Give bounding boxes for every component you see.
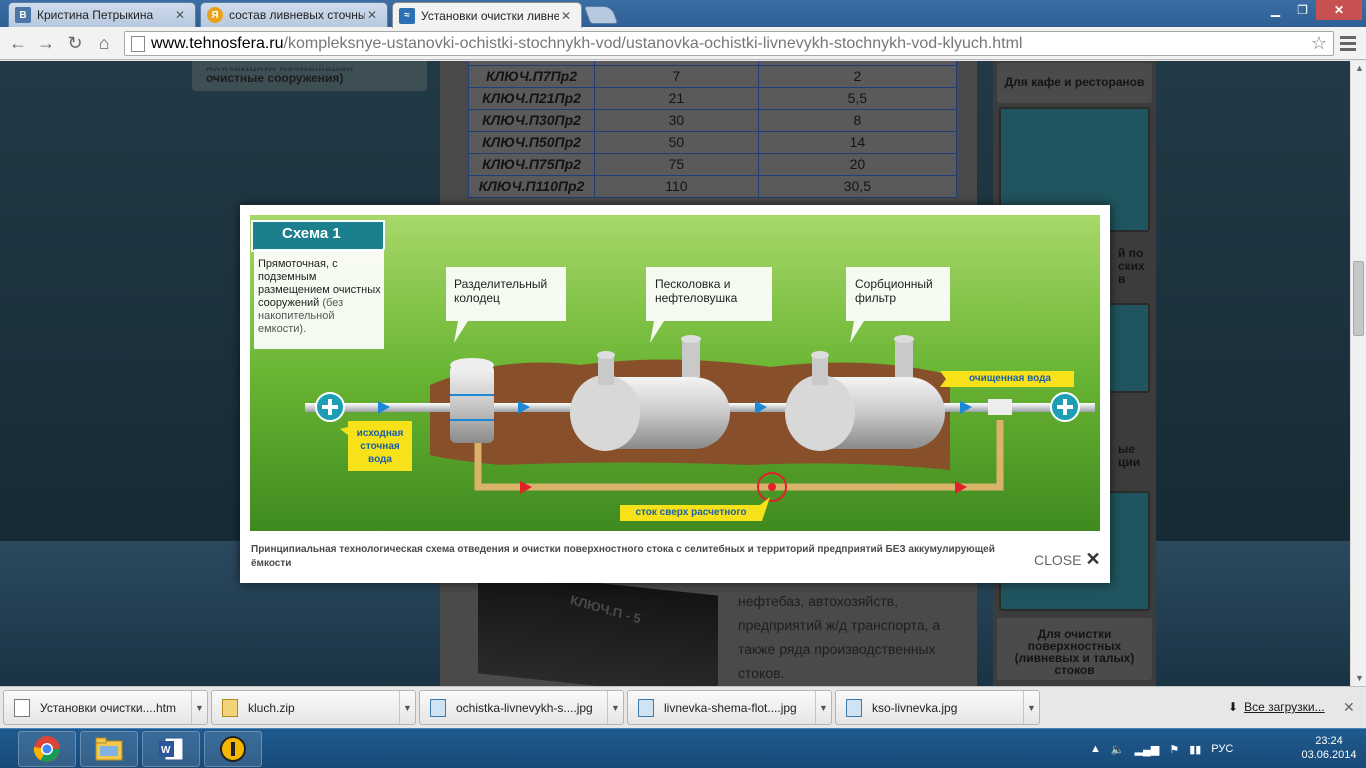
scheme-image: Схема 1 Прямоточная, с подземным размеще… — [250, 215, 1100, 531]
all-downloads-link[interactable]: ⬇ Все загрузки... — [1228, 700, 1325, 714]
scroll-up-icon[interactable]: ▲ — [1355, 63, 1364, 73]
yandex-favicon-icon: Я — [207, 7, 223, 23]
tab-title: Кристина Петрыкина — [37, 8, 154, 22]
scheme-title: Схема 1 — [282, 225, 341, 242]
vertical-scrollbar[interactable]: ▲ ▼ — [1350, 61, 1366, 686]
image-lightbox: Схема 1 Прямоточная, с подземным размеще… — [240, 205, 1110, 583]
zip-file-icon — [222, 698, 238, 717]
tab-tehnosfera[interactable]: ≈ Установки очистки ливне ✕ — [392, 2, 582, 28]
close-icon: ✕ — [1085, 549, 1101, 569]
tab-vk[interactable]: В Кристина Петрыкина ✕ — [8, 2, 196, 27]
signal-icon[interactable]: ▮▮ — [1189, 743, 1201, 756]
svg-text:W: W — [161, 745, 171, 756]
download-item[interactable]: ochistka-livnevykh-s....jpg ▼ — [419, 690, 624, 725]
flag-icon[interactable]: ⚑ — [1169, 743, 1179, 756]
table-row: КЛЮЧ.П50Пр2 50 14 — [468, 130, 958, 154]
home-icon[interactable]: ⌂ — [92, 32, 116, 54]
tehnosfera-favicon-icon: ≈ — [399, 7, 415, 24]
word-taskbar-button[interactable]: W — [142, 731, 200, 767]
download-menu-caret-icon[interactable]: ▼ — [815, 691, 831, 724]
image-file-icon — [430, 698, 446, 717]
image-file-icon — [638, 698, 654, 717]
tab-yandex[interactable]: Я состав ливневых сточны ✕ — [200, 2, 388, 27]
network-icon[interactable]: ▂▄▆ — [1135, 743, 1160, 756]
download-item[interactable]: kso-livnevka.jpg ▼ — [835, 690, 1040, 725]
windows-taskbar: W ▲ 🔈 ▂▄▆ ⚑ ▮▮ РУС 23:24 03.06.2014 — [0, 728, 1366, 768]
vk-favicon-icon: В — [15, 7, 31, 23]
image-file-icon — [846, 698, 862, 717]
forward-arrow-icon[interactable]: → — [34, 32, 58, 54]
outlet-label: очищенная вода — [969, 373, 1051, 384]
tray-expand-icon[interactable]: ▲ — [1090, 743, 1101, 755]
system-tray: ▲ 🔈 ▂▄▆ ⚑ ▮▮ РУС — [1090, 729, 1233, 768]
scrollbar-thumb[interactable] — [1353, 261, 1364, 336]
node-sorption-filter-label: Сорбционный фильтр — [855, 277, 933, 305]
explorer-taskbar-button[interactable] — [80, 731, 138, 767]
page-icon — [131, 35, 145, 52]
table-row: КЛЮЧ.П7Пр2 7 2 — [468, 64, 958, 88]
folder-icon — [95, 737, 123, 761]
url-path: /kompleksnye-ustanovki-ochistki-stochnyk… — [283, 34, 1023, 52]
url-host: www.tehnosfera.ru — [151, 34, 284, 52]
download-item[interactable]: livnevka-shema-flot....jpg ▼ — [627, 690, 832, 725]
download-menu-caret-icon[interactable]: ▼ — [1023, 691, 1039, 724]
word-icon: W — [159, 737, 184, 761]
download-item[interactable]: kluch.zip ▼ — [211, 690, 416, 725]
keyboard-language[interactable]: РУС — [1211, 743, 1233, 755]
tab-strip: В Кристина Петрыкина ✕ Я состав ливневых… — [0, 0, 1366, 28]
chrome-menu-icon[interactable] — [1338, 33, 1358, 53]
image-caption: Принципиальная технологическая схема отв… — [251, 544, 995, 569]
browser-toolbar: ← → ↻ ⌂ www.tehnosfera.ru/kompleksnye-us… — [0, 27, 1366, 60]
scroll-down-icon[interactable]: ▼ — [1355, 673, 1364, 683]
node-sand-trap-label: Песколовка и нефтеловушка — [655, 277, 738, 305]
chrome-taskbar-button[interactable] — [18, 731, 76, 767]
category-label-fragment: й по ских в — [1118, 246, 1145, 286]
node-separator-label: Разделительный колодец — [454, 277, 548, 305]
address-bar[interactable]: www.tehnosfera.ru/kompleksnye-ustanovki-… — [124, 31, 1334, 56]
tab-close-icon[interactable]: ✕ — [365, 8, 379, 22]
reload-icon[interactable]: ↻ — [63, 32, 87, 54]
download-menu-caret-icon[interactable]: ▼ — [399, 691, 415, 724]
category-surface-runoff[interactable]: Для очистки поверхностных (ливневых и та… — [997, 618, 1152, 680]
table-row: КЛЮЧ.П21Пр2 21 5,5 — [468, 86, 958, 110]
window-close-icon[interactable]: ✕ — [1316, 0, 1362, 20]
table-row: КЛЮЧ.П30Пр2 30 8 — [468, 108, 958, 132]
inlet-label: исходная сточная вода — [356, 428, 404, 465]
minimize-icon[interactable]: ▁ — [1262, 0, 1289, 20]
volume-icon[interactable]: 🔈 — [1111, 743, 1125, 756]
window-controls: ▁ ❐ ✕ — [1262, 0, 1362, 20]
restore-icon[interactable]: ❐ — [1289, 0, 1316, 20]
download-arrow-icon: ⬇ — [1228, 700, 1239, 714]
media-player-icon — [220, 736, 246, 762]
bookmark-star-icon[interactable]: ☆ — [1311, 33, 1327, 54]
downloads-bar-close-icon[interactable]: ✕ — [1343, 699, 1355, 716]
download-menu-caret-icon[interactable]: ▼ — [191, 691, 207, 724]
category-cafe[interactable]: Для кафе и ресторанов — [997, 63, 1152, 103]
player-taskbar-button[interactable] — [204, 731, 262, 767]
download-menu-caret-icon[interactable]: ▼ — [607, 691, 623, 724]
tab-close-icon[interactable]: ✕ — [173, 8, 187, 22]
table-row: КЛЮЧ.П75Пр2 75 20 — [468, 152, 958, 176]
tab-close-icon[interactable]: ✕ — [559, 9, 573, 23]
left-menu-card[interactable]: подземного размещения очистные сооружени… — [192, 61, 427, 91]
lightbox-close-button[interactable]: CLOSE ✕ — [1034, 549, 1101, 570]
spec-table: КЛЮЧ.П7Пр2 7 2 КЛЮЧ.П21Пр2 21 5,5 КЛЮЧ.П30Пр… — [468, 61, 958, 198]
tab-title: Установки очистки ливне — [421, 8, 559, 23]
body-text: нефтебаз, автохозяйств, предприятий ж/д … — [738, 593, 941, 681]
clock[interactable]: 23:24 03.06.2014 — [1296, 734, 1362, 762]
new-tab-button[interactable] — [583, 6, 619, 24]
scheme-description: Прямоточная, с подземным размещением очи… — [258, 258, 381, 335]
chrome-icon — [33, 736, 60, 762]
back-arrow-icon[interactable]: ← — [6, 32, 30, 54]
tab-title: состав ливневых сточны — [229, 8, 365, 22]
table-row: КЛЮЧ.П110Пр2 110 30,5 — [468, 174, 958, 198]
html-file-icon — [14, 698, 30, 717]
downloads-bar: Установки очистки....htm ▼ kluch.zip ▼ o… — [0, 686, 1366, 728]
overflow-label: сток сверх расчетного — [635, 507, 747, 518]
download-item[interactable]: Установки очистки....htm ▼ — [3, 690, 208, 725]
category-label-fragment: ые ции — [1118, 442, 1141, 469]
